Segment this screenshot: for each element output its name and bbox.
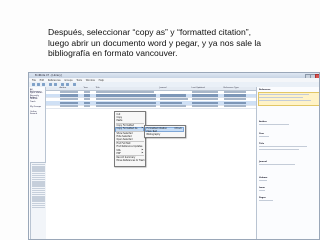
groups-pane: All References Sync Status Recently Adde… (29, 87, 47, 239)
caption-line-1: Después, seleccionar “copy as” y “format… (48, 27, 251, 37)
panel-label: Title (259, 143, 265, 145)
toolbar-icon[interactable] (73, 83, 76, 86)
caption-text: Después, seleccionar “copy as” y “format… (48, 27, 310, 59)
group-trash[interactable]: Trash (30, 101, 44, 103)
submenu-arrow-icon: ▶ (141, 148, 144, 151)
endnote-screenshot: EndNote X7 - [Library] File Edit Referen… (28, 72, 320, 240)
group-label: My Groups (30, 106, 42, 108)
menu-item-copy-formatted-as[interactable]: Copy Formatted As (117, 127, 138, 130)
table-row[interactable] (45, 105, 256, 110)
toolbar-icon[interactable] (37, 83, 40, 86)
panel-label: Author (259, 121, 267, 123)
panel-label: Volume (259, 177, 268, 179)
toolbar-icon[interactable] (66, 83, 69, 86)
caption-line-2: luego abrir un documento word y pegar, y… (48, 37, 262, 48)
column-author[interactable]: Author (60, 87, 67, 89)
panel-label: Reference (259, 89, 271, 91)
group-label: Unfiled (30, 98, 38, 100)
panel-label: Year (259, 133, 264, 135)
online-search-list (29, 162, 47, 239)
reference-list: Author Year Title Journal Last Updated R… (45, 87, 256, 239)
context-menu: Cut Copy Paste Copy Formatted Copy Forma… (113, 111, 146, 167)
panel-label: Journal (259, 161, 267, 163)
group-online-search[interactable]: Online Search (30, 111, 44, 115)
toolbar-icon[interactable] (54, 83, 57, 86)
column-year[interactable]: Year (84, 87, 88, 89)
toolbar-icon[interactable] (61, 83, 64, 86)
copy-formatted-as-submenu: Formatted Citation Ctrl+K Plain Text Bib… (143, 125, 186, 138)
window-title: EndNote X7 - [Library] (35, 74, 62, 77)
menu-item-move-to-trash[interactable]: Move References to Trash (117, 159, 145, 162)
column-journal[interactable]: Journal (160, 87, 167, 89)
submenu-arrow-icon: ▶ (141, 151, 144, 154)
slide: Después, seleccionar “copy as” y “format… (0, 0, 320, 240)
column-title[interactable]: Title (96, 87, 100, 89)
panel-label: Issue (259, 187, 265, 189)
toolbar-icon[interactable] (49, 83, 52, 86)
toolbar-icon[interactable] (42, 83, 45, 86)
toolbar-icon[interactable] (32, 83, 35, 86)
group-label: Sync Status (30, 92, 43, 94)
group-my-groups[interactable]: My Groups (30, 106, 44, 108)
submenu-shortcut: Ctrl+K (174, 127, 182, 130)
column-reference-type[interactable]: Reference Type (224, 87, 239, 89)
panel-label: Pages (259, 197, 266, 199)
group-label: Online Search (30, 111, 38, 115)
column-last-updated[interactable]: Last Updated (192, 87, 205, 89)
submenu-item-bibliography[interactable]: Bibliography (147, 133, 161, 136)
reference-panel: Reference Author Year Title Journal Volu… (256, 87, 319, 239)
group-label: Trash (30, 101, 36, 103)
caption-line-3: bibliografía en formato vancouver. (48, 48, 178, 59)
